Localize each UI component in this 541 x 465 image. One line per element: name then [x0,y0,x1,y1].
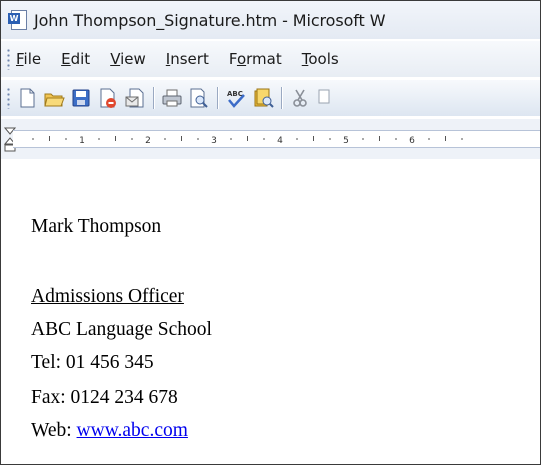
ruler-tick [181,136,182,141]
permission-icon[interactable] [97,87,119,109]
signature-name: Mark Thompson [31,216,162,237]
ruler-tick [461,138,463,140]
ruler-label: 2 [145,136,151,146]
signature-tel: Tel: 01 456 345 [31,352,154,373]
window-title: John Thompson_Signature.htm - Microsoft … [34,10,386,30]
ruler-tick [296,138,298,140]
menu-tools[interactable]: Tools [302,50,339,68]
standard-toolbar: ABC [1,80,540,116]
signature-web: Web: www.abc.com [31,420,188,442]
ruler-tick [379,136,380,141]
toolbar-separator [153,87,154,109]
ruler-label: 1 [79,136,85,146]
web-label: Web: [31,420,77,441]
menu-file[interactable]: File [16,50,41,68]
new-document-icon[interactable] [16,87,38,109]
menu-insert[interactable]: Insert [166,50,209,68]
title-bar[interactable]: W John Thompson_Signature.htm - Microsof… [1,1,540,39]
ruler-tick [445,136,446,141]
cut-icon[interactable] [289,87,311,109]
signature-company: ABC Language School [31,319,212,340]
toolbar-separator [281,87,282,109]
ruler-tick [65,138,67,140]
word-app-icon[interactable]: W [8,10,27,30]
ruler-label: 5 [343,136,349,146]
menu-format[interactable]: Format [229,50,282,68]
ruler-label: 6 [409,136,415,146]
signature-position: Admissions Officer [31,286,184,307]
spelling-icon[interactable]: ABC [225,87,247,109]
horizontal-ruler[interactable]: 1 2 3 4 5 6 [1,119,540,159]
toolbar-separator [217,87,218,109]
email-icon[interactable] [124,87,146,109]
menu-edit[interactable]: Edit [61,50,90,68]
ruler-tick [313,136,314,141]
svg-text:ABC: ABC [227,90,243,98]
toolbar-grip-handle[interactable] [7,87,10,109]
copy-icon[interactable] [316,87,338,109]
ruler-tick [395,138,397,140]
ruler-label: 4 [277,136,283,146]
print-preview-icon[interactable] [188,87,210,109]
open-folder-icon[interactable] [43,87,65,109]
research-icon[interactable] [252,87,274,109]
ruler-tick [230,138,232,140]
print-icon[interactable] [161,87,183,109]
ruler-tick [428,138,430,140]
ruler-tick [197,138,199,140]
signature-fax: Fax: 0124 234 678 [31,387,178,408]
ruler-tick [32,138,34,140]
document-page[interactable]: Mark Thompson Admissions Officer ABC Lan… [1,161,540,464]
ruler-tick [164,138,166,140]
web-link[interactable]: www.abc.com [77,420,188,441]
ruler-tick [329,138,331,140]
ruler-scale[interactable]: 1 2 3 4 5 6 [13,130,540,148]
menu-grip-handle[interactable] [7,48,10,70]
ruler-tick [115,136,116,141]
ruler-label: 3 [211,136,217,146]
ruler-tick [362,138,364,140]
save-icon[interactable] [70,87,92,109]
ruler-tick [98,138,100,140]
menu-view[interactable]: View [110,50,146,68]
word-window: W John Thompson_Signature.htm - Microsof… [0,0,541,465]
ruler-tick [49,136,50,141]
ruler-tick [263,138,265,140]
menu-bar: File Edit View Insert Format Tools [1,41,540,77]
ruler-tick [131,138,133,140]
ruler-tick [247,136,248,141]
